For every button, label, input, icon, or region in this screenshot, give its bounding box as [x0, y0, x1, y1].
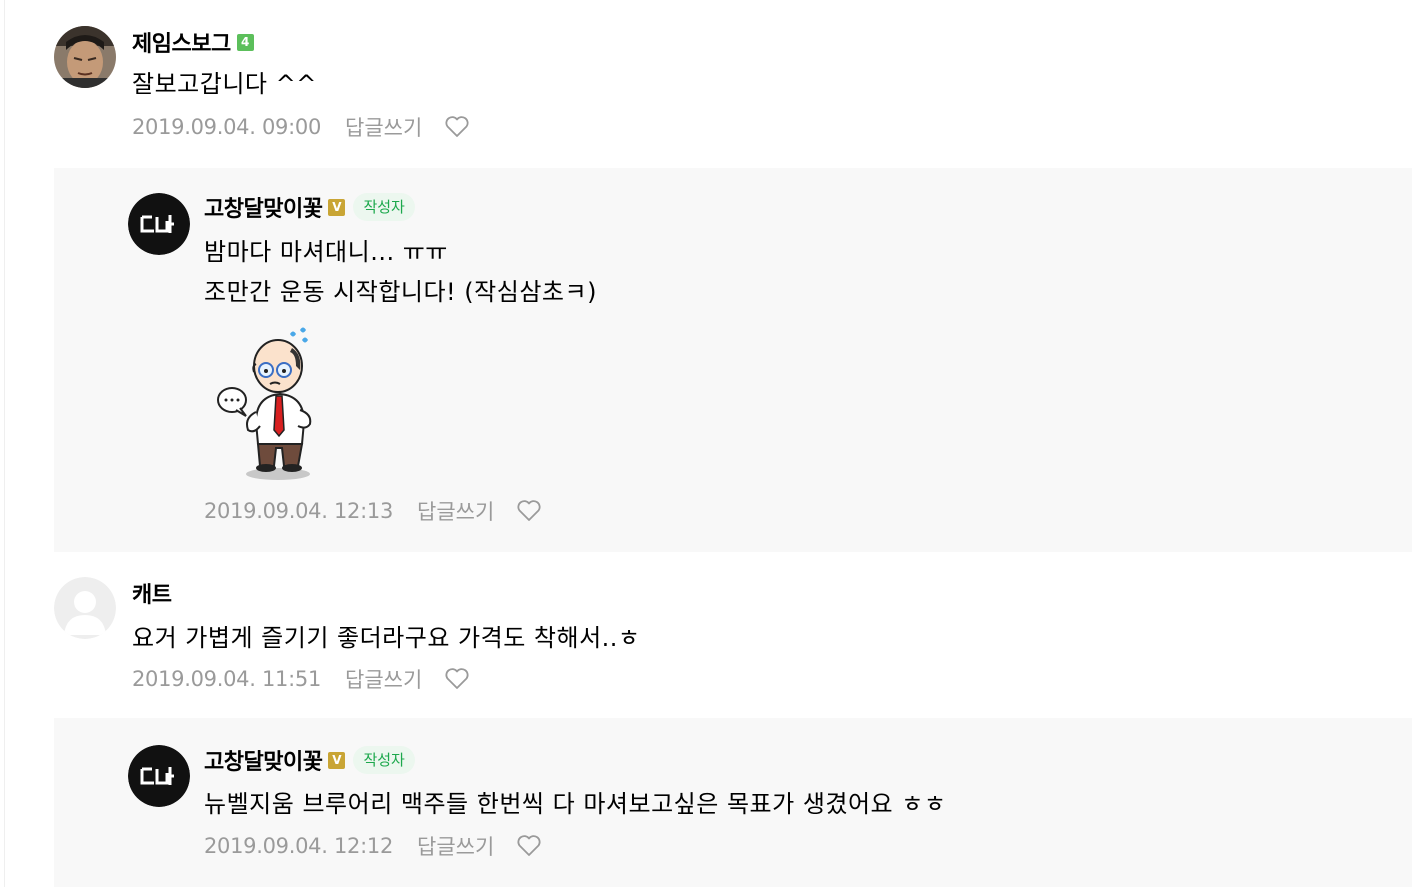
comment-text: 요거 가볍게 즐기기 좋더라구요 가격도 착해서..ㅎ — [132, 624, 641, 652]
reply-button[interactable]: 답글쓰기 — [417, 496, 494, 526]
author-badge: 작성자 — [353, 746, 415, 774]
reply-button[interactable]: 답글쓰기 — [417, 831, 494, 861]
verified-badge: V — [328, 751, 346, 769]
heart-icon[interactable] — [516, 499, 542, 523]
comment-text-line-2: 조만간 운동 시작합니다! (작심삼초ㅋ) — [204, 278, 597, 306]
heart-icon[interactable] — [444, 115, 470, 139]
comment-date: 2019.09.04. 11:51 — [132, 667, 322, 691]
comment-text: 잘보고갑니다 ^^ — [132, 70, 317, 98]
heart-icon[interactable] — [516, 834, 542, 858]
verified-badge: V — [328, 198, 346, 216]
reply-comment-item: 고창달맞이꽃 V 작성자 밤마다 마셔대니... ㅠㅠ 조만간 운동 시작합니다… — [54, 168, 1412, 552]
avatar[interactable] — [54, 26, 116, 88]
comment-date: 2019.09.04. 09:00 — [132, 115, 322, 139]
reply-comment-item: 고창달맞이꽃 V 작성자 뉴벨지움 브루어리 맥주들 한번씩 다 마셔보고싶은 … — [54, 718, 1412, 887]
comment-text: 뉴벨지움 브루어리 맥주들 한번씩 다 마셔보고싶은 목표가 생겼어요 ㅎㅎ — [204, 790, 947, 818]
author-badge: 작성자 — [353, 193, 415, 221]
avatar[interactable] — [128, 193, 190, 255]
comment-item: 캐트 요거 가볍게 즐기기 좋더라구요 가격도 착해서..ㅎ 2019.09.0… — [4, 552, 1412, 718]
reply-button[interactable]: 답글쓰기 — [345, 112, 422, 142]
nickname[interactable]: 제임스보그 — [132, 26, 231, 58]
nickname[interactable]: 캐트 — [132, 577, 172, 609]
avatar[interactable] — [54, 577, 116, 639]
reply-button[interactable]: 답글쓰기 — [345, 664, 422, 694]
sweating-old-man-sticker — [212, 326, 332, 486]
comment-item: 제임스보그 4 잘보고갑니다 ^^ 2019.09.04. 09:00 답글쓰기 — [4, 0, 1412, 168]
nickname[interactable]: 고창달맞이꽃 — [204, 191, 323, 223]
comment-date: 2019.09.04. 12:13 — [204, 499, 394, 523]
comment-text-line-1: 밤마다 마셔대니... ㅠㅠ — [204, 238, 448, 266]
avatar[interactable] — [128, 745, 190, 807]
comment-date: 2019.09.04. 12:12 — [204, 834, 394, 858]
heart-icon[interactable] — [444, 667, 470, 691]
level-badge: 4 — [236, 33, 254, 51]
nickname[interactable]: 고창달맞이꽃 — [204, 744, 323, 776]
